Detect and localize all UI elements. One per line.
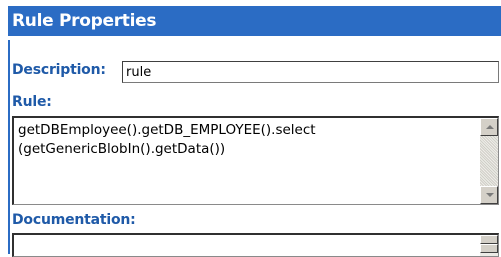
scroll-up-button[interactable] <box>480 118 498 136</box>
panel-header: Rule Properties <box>8 6 501 36</box>
rule-label: Rule: <box>12 94 52 110</box>
doc-scroll-down-button[interactable] <box>480 244 498 253</box>
documentation-scrollbar[interactable] <box>480 235 498 256</box>
rule-scrollbar[interactable] <box>480 118 498 204</box>
description-input[interactable] <box>122 61 499 83</box>
panel-left-border <box>8 40 10 254</box>
doc-scroll-up-button[interactable] <box>480 235 498 244</box>
description-label: Description: <box>12 62 106 78</box>
scroll-track[interactable] <box>480 136 498 186</box>
panel-title: Rule Properties <box>12 11 157 31</box>
documentation-label: Documentation: <box>12 212 136 228</box>
documentation-textarea[interactable] <box>12 233 499 257</box>
scroll-down-arrow-icon <box>486 193 494 197</box>
scroll-down-button[interactable] <box>480 186 498 204</box>
scroll-up-arrow-icon <box>486 125 494 129</box>
rule-textarea[interactable]: getDBEmployee().getDB_EMPLOYEE().select … <box>12 116 499 205</box>
rule-text: getDBEmployee().getDB_EMPLOYEE().select … <box>18 122 316 157</box>
